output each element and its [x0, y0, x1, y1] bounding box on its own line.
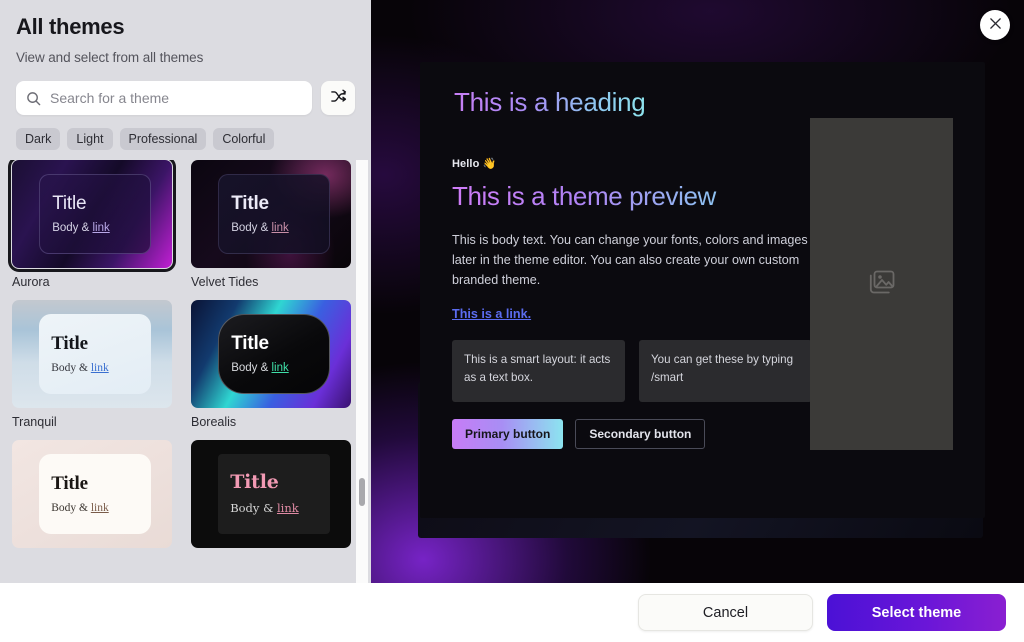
theme-thumbnail-link[interactable]: link [277, 501, 299, 515]
theme-thumbnail-title: Title [52, 193, 87, 215]
theme-thumbnail-title: Title [230, 471, 279, 494]
sidebar-header: All themes View and select from all them… [0, 0, 371, 65]
search-row [0, 81, 371, 115]
theme-card[interactable]: Title Body & link Aurora [8, 160, 176, 289]
theme-thumbnail-body: Body & link [51, 362, 139, 374]
shuffle-icon [330, 88, 347, 108]
filter-chip-colorful[interactable]: Colorful [213, 128, 275, 150]
preview-secondary-button[interactable]: Secondary button [575, 419, 706, 450]
theme-thumbnail-title: Title [51, 473, 88, 495]
filter-chip-list: Dark Light Professional Colorful [0, 128, 371, 150]
theme-thumbnail-body: Body & link [52, 222, 138, 234]
theme-thumbnail-title: Title [231, 333, 269, 355]
theme-thumbnail-inner: Title Body & link [39, 454, 152, 534]
theme-thumbnail[interactable]: Title Body & link [191, 300, 351, 408]
theme-thumbnail[interactable]: Title Body & link [191, 440, 351, 548]
theme-thumbnail[interactable]: Title Body & link [12, 440, 172, 548]
theme-card[interactable]: Title Body & link Velvet Tides [191, 160, 351, 289]
theme-thumbnail-link[interactable]: link [271, 362, 288, 374]
theme-thumbnail[interactable]: Title Body & link [12, 300, 172, 408]
theme-thumbnail-link[interactable]: link [271, 222, 288, 234]
close-icon [989, 17, 1002, 33]
modal-footer: Cancel Select theme [0, 583, 1024, 642]
theme-card-label: Borealis [191, 415, 237, 429]
preview-subheading: This is a theme preview [452, 181, 812, 212]
theme-thumbnail-body-text: Body & [231, 221, 272, 234]
preview-body-column: Hello 👋 This is a theme preview This is … [452, 157, 812, 450]
preview-paragraph: This is body text. You can change your f… [452, 233, 808, 288]
theme-thumbnail-link[interactable]: link [91, 362, 109, 374]
theme-thumbnail[interactable]: Title Body & link [8, 160, 176, 272]
cancel-button[interactable]: Cancel [638, 594, 813, 631]
theme-thumbnail-inner: Title Body & link [39, 314, 152, 394]
theme-thumbnail-inner: Title Body & link [218, 314, 331, 394]
theme-thumbnail-body-text: Body & [52, 221, 93, 234]
theme-thumbnail-inner: Title Body & link [218, 174, 331, 254]
theme-thumbnail-title: Title [51, 333, 88, 355]
smart-layout-box-2: You can get these by typing /smart [639, 340, 812, 403]
theme-thumbnail-body-text: Body & [51, 361, 91, 374]
theme-list-scroll: Title Body & link Aurora Title Body & link Ve… [0, 160, 371, 583]
themes-sidebar: All themes View and select from all them… [0, 0, 371, 583]
select-theme-button[interactable]: Select theme [827, 594, 1006, 631]
smart-layout-row: This is a smart layout: it acts as a tex… [452, 340, 812, 403]
theme-card[interactable]: Title Body & link Borealis [191, 300, 351, 429]
theme-list-scrollbar[interactable] [356, 160, 368, 583]
theme-thumbnail-body-text: Body & [51, 501, 91, 514]
search-box[interactable] [16, 81, 312, 115]
theme-card[interactable]: Title Body & link [12, 440, 172, 555]
theme-thumbnail-inner: Title Body & link [39, 174, 152, 254]
preview-link[interactable]: This is a link. [452, 307, 531, 321]
theme-thumbnail-link[interactable]: link [91, 502, 109, 514]
theme-thumbnail-title: Title [231, 193, 269, 215]
theme-card-label: Velvet Tides [191, 275, 259, 289]
shuffle-button[interactable] [321, 81, 355, 115]
preview-eyebrow: Hello 👋 [452, 158, 497, 170]
theme-preview-area: theme editor. You can also create your o… [371, 0, 1024, 583]
page-title: All themes [16, 14, 125, 39]
filter-chip-professional[interactable]: Professional [119, 128, 207, 150]
search-input[interactable] [50, 90, 302, 106]
filter-chip-dark[interactable]: Dark [16, 128, 61, 150]
theme-thumbnail-body: Body & link [231, 362, 317, 374]
theme-thumbnail-body: Body & link [231, 222, 317, 234]
theme-card-label: Aurora [12, 275, 50, 289]
theme-thumbnail-body-text: Body & [230, 500, 277, 515]
filter-chip-light[interactable]: Light [67, 128, 113, 150]
theme-thumbnail-inner: Title Body & link [218, 454, 331, 534]
image-icon [869, 270, 895, 299]
preview-slide-front: This is a heading Hello 👋 This is a them… [420, 62, 985, 518]
preview-primary-button[interactable]: Primary button [452, 419, 564, 450]
smart-layout-box-1: This is a smart layout: it acts as a tex… [452, 340, 625, 403]
theme-card[interactable]: Title Body & link Tranquil [12, 300, 172, 429]
theme-thumbnail-body: Body & link [230, 501, 318, 515]
close-button[interactable] [980, 10, 1010, 40]
theme-card[interactable]: Title Body & link [191, 440, 351, 555]
theme-card-label: Tranquil [12, 415, 57, 429]
preview-button-row: Primary button Secondary button [452, 419, 812, 450]
theme-thumbnail[interactable]: Title Body & link [191, 160, 351, 268]
theme-thumbnail-body: Body & link [51, 502, 139, 514]
theme-picker-modal: All themes View and select from all them… [0, 0, 1024, 642]
theme-thumbnail-link[interactable]: link [92, 222, 109, 234]
theme-thumbnail-body-text: Body & [231, 361, 272, 374]
search-icon [26, 91, 41, 106]
theme-grid: Title Body & link Aurora Title Body & link Ve… [8, 160, 357, 555]
preview-heading: This is a heading [454, 87, 646, 117]
scrollbar-thumb[interactable] [359, 478, 365, 506]
page-subtitle: View and select from all themes [16, 50, 204, 65]
preview-image-placeholder [810, 118, 953, 450]
